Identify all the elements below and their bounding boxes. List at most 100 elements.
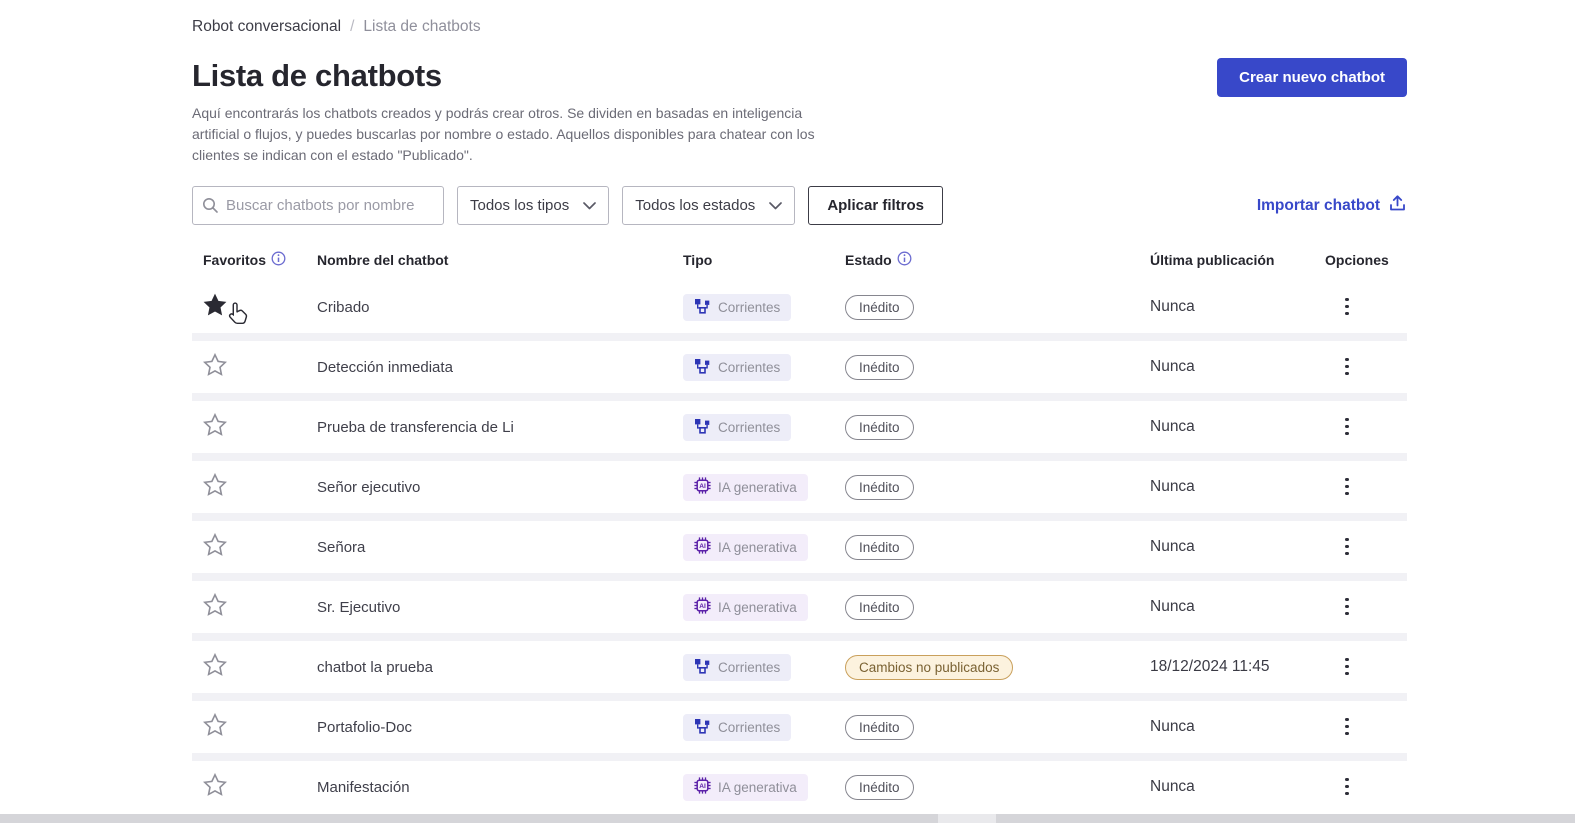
type-cell: AI IA generativa: [683, 773, 845, 801]
last-published: Nunca: [1150, 598, 1195, 615]
status-badge: Inédito: [845, 534, 914, 560]
favorite-star[interactable]: [202, 472, 228, 496]
table-row[interactable]: Sr. Ejecutivo AI IA generativa Inédito N…: [192, 581, 1407, 633]
filters-bar: Todos los tipos Todos los estados Aplica…: [192, 186, 1407, 225]
chatbot-name: chatbot la prueba: [317, 658, 433, 676]
favorite-star[interactable]: [202, 412, 228, 436]
status-badge: Inédito: [845, 774, 914, 800]
type-filter-select[interactable]: Todos los tipos: [457, 186, 610, 225]
chatbot-name: Detección inmediata: [317, 358, 453, 376]
search-icon: [202, 197, 219, 219]
favorite-star[interactable]: [203, 293, 227, 316]
column-header-favorites: Favoritos: [192, 251, 317, 269]
info-icon[interactable]: [271, 251, 286, 269]
favorite-star[interactable]: [202, 532, 228, 556]
apply-filters-button[interactable]: Aplicar filtros: [808, 186, 943, 225]
favorites-cell: [192, 592, 317, 621]
chatbot-name: Sr. Ejecutivo: [317, 598, 401, 616]
options-cell: [1325, 590, 1407, 624]
table-row[interactable]: Señora AI IA generativa Inédito Nunca: [192, 521, 1407, 573]
table-row[interactable]: Portafolio-Doc AI Corrientes Inédito Nun…: [192, 701, 1407, 753]
favorites-cell: [192, 352, 317, 381]
column-header-name: Nombre del chatbot: [317, 252, 449, 268]
type-badge: AI IA generativa: [683, 533, 808, 561]
favorite-star[interactable]: [202, 712, 228, 736]
page-title: Lista de chatbots: [192, 58, 442, 93]
type-badge: AI Corrientes: [683, 353, 792, 381]
row-options-button[interactable]: [1341, 350, 1353, 383]
last-published: Nunca: [1150, 778, 1195, 795]
import-chatbot-link[interactable]: Importar chatbot: [1257, 194, 1407, 217]
row-options-button[interactable]: [1341, 290, 1353, 323]
last-published: 18/12/2024 11:45: [1150, 658, 1270, 675]
status-cell: Inédito: [845, 354, 1150, 380]
svg-text:AI: AI: [699, 603, 706, 610]
flows-icon: [694, 418, 711, 437]
favorite-star[interactable]: [202, 352, 228, 376]
svg-text:AI: AI: [699, 483, 706, 490]
chatbot-name: Prueba de transferencia de Li: [317, 418, 514, 436]
chatbot-name: Portafolio-Doc: [317, 718, 413, 736]
table-row[interactable]: Señor ejecutivo AI IA generativa Inédito…: [192, 461, 1407, 513]
options-cell: [1325, 470, 1407, 504]
create-chatbot-button[interactable]: Crear nuevo chatbot: [1217, 58, 1407, 97]
chevron-down-icon: [583, 197, 597, 214]
favorite-star[interactable]: [202, 772, 228, 796]
table-row[interactable]: Manifestación AI IA generativa Inédito N…: [192, 761, 1407, 813]
favorite-star[interactable]: [202, 652, 228, 676]
table-row[interactable]: chatbot la prueba AI Corrientes Cambios …: [192, 641, 1407, 693]
row-options-button[interactable]: [1341, 650, 1353, 683]
last-published: Nunca: [1150, 298, 1195, 315]
status-badge: Cambios no publicados: [845, 654, 1014, 680]
ai-chip-icon: AI: [694, 597, 711, 617]
chevron-down-icon: [769, 197, 783, 214]
upload-icon: [1388, 194, 1407, 217]
ai-chip-icon: AI: [694, 477, 711, 497]
state-filter-select[interactable]: Todos los estados: [622, 186, 796, 225]
breadcrumb-root[interactable]: Robot conversacional: [192, 18, 341, 36]
options-cell: [1325, 290, 1407, 324]
row-options-button[interactable]: [1341, 470, 1353, 503]
type-badge-label: Corrientes: [718, 299, 781, 315]
info-icon[interactable]: [897, 251, 912, 269]
options-cell: [1325, 350, 1407, 384]
row-options-button[interactable]: [1341, 410, 1353, 443]
flows-icon: [694, 358, 711, 377]
table-row[interactable]: Detección inmediata AI Corrientes Inédit…: [192, 341, 1407, 393]
type-badge: AI IA generativa: [683, 473, 808, 501]
type-cell: AI Corrientes: [683, 353, 845, 381]
type-badge-label: Corrientes: [718, 359, 781, 375]
state-filter-value: Todos los estados: [635, 197, 756, 214]
type-cell: AI Corrientes: [683, 713, 845, 741]
favorite-star[interactable]: [202, 592, 228, 616]
last-published: Nunca: [1150, 478, 1195, 495]
page-header: Lista de chatbots Aquí encontrarás los c…: [192, 58, 1407, 166]
column-header-options: Opciones: [1325, 252, 1389, 268]
type-badge: AI Corrientes: [683, 413, 792, 441]
svg-text:AI: AI: [699, 783, 706, 790]
options-cell: [1325, 650, 1407, 684]
status-badge: Inédito: [845, 354, 914, 380]
table-row[interactable]: Cribado AI Corrientes Inédito Nunca: [192, 281, 1407, 333]
chatbot-list-page: Robot conversacional / Lista de chatbots…: [0, 0, 1575, 823]
row-options-button[interactable]: [1341, 530, 1353, 563]
status-badge: Inédito: [845, 414, 914, 440]
search-box: [192, 186, 444, 225]
type-filter-value: Todos los tipos: [470, 197, 570, 214]
type-badge: AI Corrientes: [683, 293, 792, 321]
column-header-favorites-label: Favoritos: [203, 252, 267, 268]
favorites-cell: [192, 412, 317, 441]
status-cell: Cambios no publicados: [845, 654, 1150, 680]
scrollbar-thumb[interactable]: [938, 814, 996, 823]
row-options-button[interactable]: [1341, 710, 1353, 743]
horizontal-scrollbar[interactable]: [0, 814, 1575, 823]
column-header-type: Tipo: [683, 252, 713, 268]
search-input[interactable]: [192, 186, 444, 225]
row-options-button[interactable]: [1341, 590, 1353, 623]
table-row[interactable]: Prueba de transferencia de Li AI Corrien…: [192, 401, 1407, 453]
favorites-cell: [192, 652, 317, 681]
row-options-button[interactable]: [1341, 770, 1353, 803]
favorites-cell: [192, 712, 317, 741]
status-cell: Inédito: [845, 534, 1150, 560]
page-header-text: Lista de chatbots Aquí encontrarás los c…: [192, 58, 824, 166]
